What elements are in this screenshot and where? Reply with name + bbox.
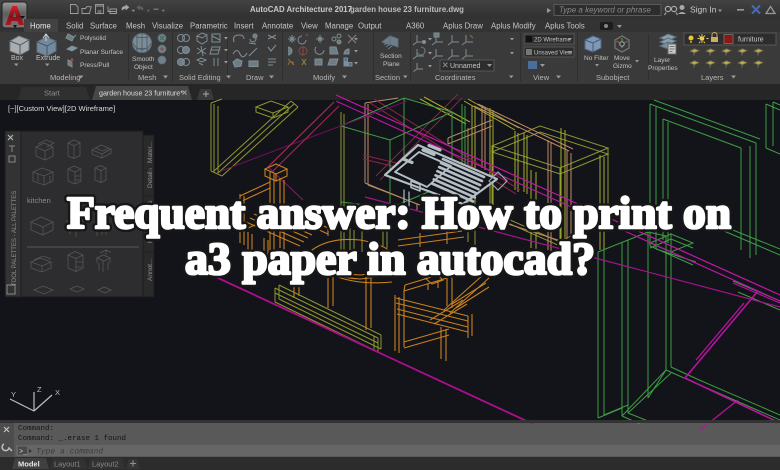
svg-text:Properties: Properties: [648, 65, 678, 72]
svg-text:Parametric: Parametric: [190, 22, 228, 31]
svg-text:Home: Home: [30, 22, 51, 31]
svg-text:Planar Surface: Planar Surface: [80, 49, 123, 56]
svg-text:Unnamed: Unnamed: [450, 63, 480, 70]
svg-text:Type a command: Type a command: [36, 448, 103, 457]
svg-text:Box: Box: [11, 55, 24, 62]
svg-text:Polysolid: Polysolid: [80, 35, 106, 42]
svg-text:Z: Z: [37, 385, 42, 394]
svg-text:Modeling: Modeling: [50, 73, 80, 82]
svg-text:Aplus Draw: Aplus Draw: [443, 22, 483, 31]
svg-text:>_: >_: [19, 449, 28, 457]
svg-text:Move: Move: [614, 55, 630, 62]
svg-text:Frequent answer: How to print: Frequent answer: How to print on: [67, 187, 731, 238]
svg-text:Type a keyword or phrase: Type a keyword or phrase: [559, 6, 651, 15]
svg-text:Layers: Layers: [701, 73, 724, 82]
svg-text:Subobject: Subobject: [596, 73, 630, 82]
svg-text:Solid Editing: Solid Editing: [179, 73, 221, 82]
svg-text:Coordinates: Coordinates: [435, 73, 476, 82]
svg-text:Plane: Plane: [383, 61, 400, 68]
svg-text:Smooth: Smooth: [132, 56, 155, 63]
svg-text:Extrude: Extrude: [36, 55, 60, 62]
svg-text:TOOL PALETTES - ALL PALETTES: TOOL PALETTES - ALL PALETTES: [12, 191, 18, 286]
svg-text:Layout1: Layout1: [54, 460, 81, 469]
svg-text:X: X: [55, 388, 60, 397]
svg-text:View: View: [533, 73, 550, 82]
svg-text:garden house 23 furniture*: garden house 23 furniture*: [99, 90, 183, 98]
svg-text:Solid: Solid: [66, 22, 83, 31]
svg-text:Command: _.erase 1 found: Command: _.erase 1 found: [18, 435, 126, 443]
svg-text:Model: Model: [18, 460, 40, 469]
svg-text:No Filter: No Filter: [584, 55, 609, 62]
svg-text:Command:: Command:: [18, 425, 54, 433]
svg-text:Unsaved View: Unsaved View: [534, 51, 573, 57]
svg-text:Sign In: Sign In: [690, 5, 717, 15]
svg-text:Layer: Layer: [654, 57, 671, 64]
svg-text:Annot...: Annot...: [147, 258, 154, 281]
svg-text:Manage: Manage: [325, 22, 353, 31]
svg-text:Draw: Draw: [246, 73, 264, 82]
svg-text:Press/Pull: Press/Pull: [80, 62, 110, 69]
svg-text:Visualize: Visualize: [152, 22, 183, 31]
svg-text:Annotate: Annotate: [262, 22, 293, 31]
svg-text:furniture: furniture: [738, 37, 764, 44]
svg-text:Mesh: Mesh: [126, 22, 145, 31]
svg-text:garden house 23 furniture.dwg: garden house 23 furniture.dwg: [350, 5, 464, 14]
svg-text:Mesh: Mesh: [138, 73, 156, 82]
svg-text:View: View: [301, 22, 318, 31]
svg-text:Aplus Modify: Aplus Modify: [491, 22, 536, 31]
svg-text:[−][Custom View][2D Wireframe]: [−][Custom View][2D Wireframe]: [8, 104, 115, 113]
svg-text:Y: Y: [11, 390, 16, 399]
svg-text:Layout2: Layout2: [92, 460, 119, 469]
svg-text:Output: Output: [358, 22, 382, 31]
svg-text:Gizmo: Gizmo: [613, 63, 632, 70]
svg-text:Section: Section: [375, 73, 400, 82]
svg-text:Insert: Insert: [234, 22, 254, 31]
svg-text:A360: A360: [406, 22, 425, 31]
svg-text:AutoCAD Architecture 2017: AutoCAD Architecture 2017: [250, 5, 352, 14]
svg-text:Modify: Modify: [313, 73, 335, 82]
svg-text:kitchen: kitchen: [27, 196, 51, 205]
svg-text:Section: Section: [380, 53, 402, 60]
svg-text:Start: Start: [44, 89, 61, 98]
svg-text:2D Wireframe: 2D Wireframe: [534, 38, 572, 44]
svg-text:Aplus Tools: Aplus Tools: [545, 22, 585, 31]
svg-text:Object: Object: [134, 64, 153, 71]
svg-text:a3 paper in autocad?: a3 paper in autocad?: [185, 233, 595, 284]
svg-text:Surface: Surface: [90, 22, 117, 31]
svg-text:Mater...: Mater...: [147, 141, 154, 163]
